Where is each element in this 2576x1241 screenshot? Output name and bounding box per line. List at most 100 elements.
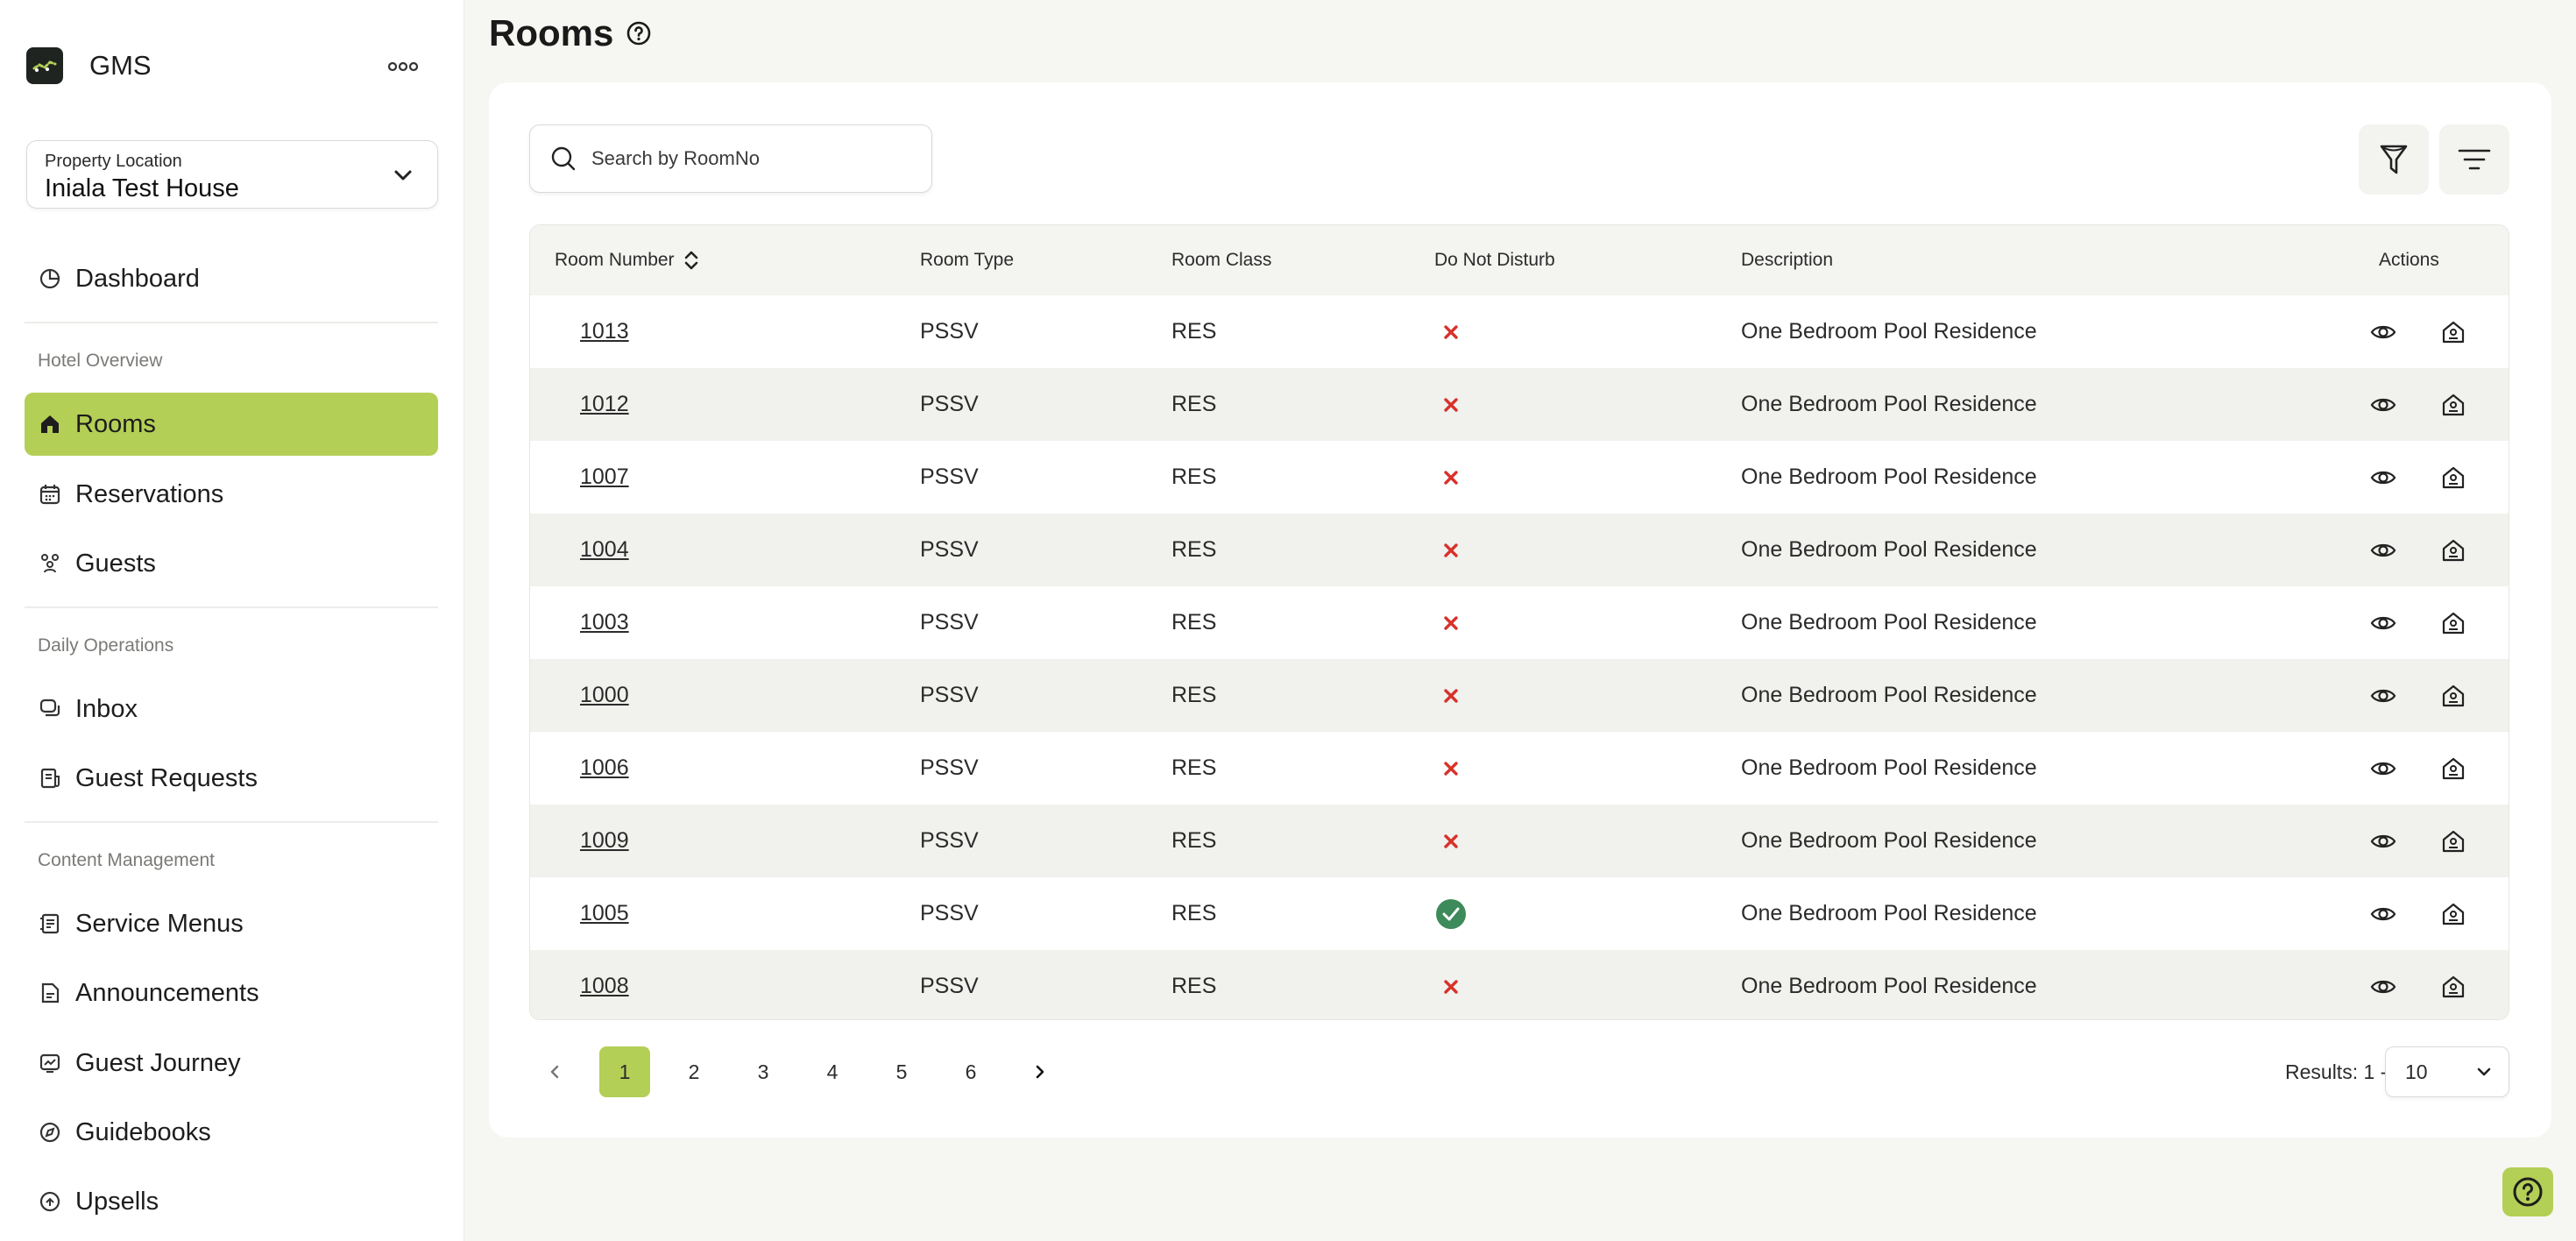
- page-button[interactable]: 3: [738, 1046, 789, 1097]
- room-class-cell: RES: [1171, 877, 1216, 950]
- sidebar-item-guidebooks[interactable]: Guidebooks: [25, 1101, 438, 1164]
- view-room-button[interactable]: [2370, 441, 2396, 514]
- room-class-cell: RES: [1171, 732, 1216, 805]
- help-button[interactable]: [2502, 1167, 2553, 1216]
- room-class-cell: RES: [1171, 950, 1216, 1019]
- room-number-link[interactable]: 1008: [580, 950, 629, 1019]
- sidebar-item-upsells[interactable]: Upsells: [25, 1170, 438, 1233]
- view-room-button[interactable]: [2370, 514, 2396, 586]
- table-row: 1009 PSSV RES One Bedroom Pool Residence: [530, 805, 2509, 877]
- room-type-cell-text: PSSV: [920, 974, 979, 998]
- view-room-button[interactable]: [2370, 368, 2396, 441]
- room-details-button[interactable]: [2440, 368, 2466, 441]
- room-class-cell-text: RES: [1171, 683, 1217, 707]
- search-icon: [551, 146, 576, 171]
- room-number-link-text[interactable]: 1012: [580, 392, 629, 417]
- house-icon: [2442, 830, 2465, 852]
- page-button[interactable]: 1: [599, 1046, 650, 1097]
- divider: [25, 322, 438, 323]
- view-room-button[interactable]: [2370, 659, 2396, 732]
- room-type-cell: PSSV: [920, 514, 979, 586]
- view-room-button[interactable]: [2370, 950, 2396, 1019]
- dnd-off-icon: [1434, 950, 1468, 1019]
- view-room-button[interactable]: [2370, 732, 2396, 805]
- filter-button[interactable]: [2359, 124, 2429, 195]
- sidebar-item-dashboard[interactable]: Dashboard: [25, 247, 438, 310]
- sidebar-item-guest-journey[interactable]: Guest Journey: [25, 1032, 438, 1095]
- room-number-link[interactable]: 1006: [580, 732, 629, 805]
- brand[interactable]: GMS: [26, 47, 152, 84]
- search-input[interactable]: [591, 147, 907, 170]
- description-cell-text: One Bedroom Pool Residence: [1741, 974, 2037, 998]
- sort-updown-icon[interactable]: [683, 249, 699, 272]
- page-button[interactable]: 6: [945, 1046, 996, 1097]
- sidebar-item-reservations[interactable]: Reservations: [25, 463, 438, 526]
- sidebar-item-label: Dashboard: [75, 264, 200, 293]
- sidebar-item-guests[interactable]: Guests: [25, 532, 438, 595]
- room-number-link-text[interactable]: 1008: [580, 974, 629, 999]
- room-number-link[interactable]: 1004: [580, 514, 629, 586]
- view-room-button[interactable]: [2370, 295, 2396, 368]
- room-details-button[interactable]: [2440, 950, 2466, 1019]
- room-number-link-text[interactable]: 1000: [580, 683, 629, 708]
- eye-icon: [2370, 762, 2396, 775]
- room-number-link[interactable]: 1013: [580, 295, 629, 368]
- room-details-button[interactable]: [2440, 514, 2466, 586]
- room-class-cell-text: RES: [1171, 319, 1217, 344]
- description-cell-text: One Bedroom Pool Residence: [1741, 464, 2037, 489]
- sidebar-item-announcements[interactable]: Announcements: [25, 961, 438, 1025]
- room-number-link-text[interactable]: 1007: [580, 464, 629, 490]
- prev-page-button[interactable]: [529, 1046, 580, 1097]
- room-number-link-text[interactable]: 1006: [580, 755, 629, 781]
- room-number-link[interactable]: 1009: [580, 805, 629, 877]
- room-class-cell: RES: [1171, 514, 1216, 586]
- property-location-select[interactable]: Property Location Iniala Test House: [26, 140, 438, 209]
- compass-icon: [39, 1121, 61, 1144]
- next-page-button[interactable]: [1015, 1046, 1065, 1097]
- rooms-card: Room Number Room Type Room Class Do Not …: [489, 82, 2551, 1138]
- table-row: 1007 PSSV RES One Bedroom Pool Residence: [530, 441, 2509, 514]
- room-number-link[interactable]: 1003: [580, 586, 629, 659]
- room-details-button[interactable]: [2440, 805, 2466, 877]
- room-number-link-text[interactable]: 1004: [580, 537, 629, 563]
- menu-book-icon: [39, 912, 61, 935]
- room-number-link[interactable]: 1005: [580, 877, 629, 950]
- room-details-button[interactable]: [2440, 295, 2466, 368]
- page-button[interactable]: 4: [807, 1046, 858, 1097]
- column-header-room-number[interactable]: Room Number: [555, 225, 699, 295]
- room-details-button[interactable]: [2440, 659, 2466, 732]
- sidebar-item-guest-requests[interactable]: Guest Requests: [25, 747, 438, 810]
- room-class-cell: RES: [1171, 659, 1216, 732]
- dnd-off-icon: [1434, 586, 1468, 659]
- sort-lines-icon: [2458, 149, 2491, 170]
- per-page-select[interactable]: 10: [2385, 1046, 2509, 1097]
- help-circle-icon[interactable]: [626, 20, 652, 46]
- room-number-link[interactable]: 1007: [580, 441, 629, 514]
- eye-icon: [2370, 980, 2396, 993]
- room-type-cell: PSSV: [920, 659, 979, 732]
- page-button[interactable]: 2: [669, 1046, 719, 1097]
- description-cell: One Bedroom Pool Residence: [1741, 586, 2037, 659]
- view-room-button[interactable]: [2370, 586, 2396, 659]
- room-number-link-text[interactable]: 1003: [580, 610, 629, 635]
- chat-bubbles-icon: [39, 698, 61, 720]
- room-type-cell-text: PSSV: [920, 392, 979, 416]
- room-details-button[interactable]: [2440, 877, 2466, 950]
- view-room-button[interactable]: [2370, 877, 2396, 950]
- room-number-link[interactable]: 1012: [580, 368, 629, 441]
- sidebar-item-rooms[interactable]: Rooms: [25, 393, 438, 456]
- sort-button[interactable]: [2439, 124, 2509, 195]
- more-options-icon[interactable]: [386, 54, 421, 79]
- room-details-button[interactable]: [2440, 732, 2466, 805]
- room-number-link[interactable]: 1000: [580, 659, 629, 732]
- room-number-link-text[interactable]: 1005: [580, 901, 629, 926]
- room-number-link-text[interactable]: 1013: [580, 319, 629, 344]
- page-button[interactable]: 5: [876, 1046, 927, 1097]
- room-details-button[interactable]: [2440, 586, 2466, 659]
- view-room-button[interactable]: [2370, 805, 2396, 877]
- sidebar-item-service-menus[interactable]: Service Menus: [25, 892, 438, 955]
- search-box[interactable]: [529, 124, 932, 193]
- sidebar-item-inbox[interactable]: Inbox: [25, 677, 438, 741]
- room-details-button[interactable]: [2440, 441, 2466, 514]
- room-number-link-text[interactable]: 1009: [580, 828, 629, 854]
